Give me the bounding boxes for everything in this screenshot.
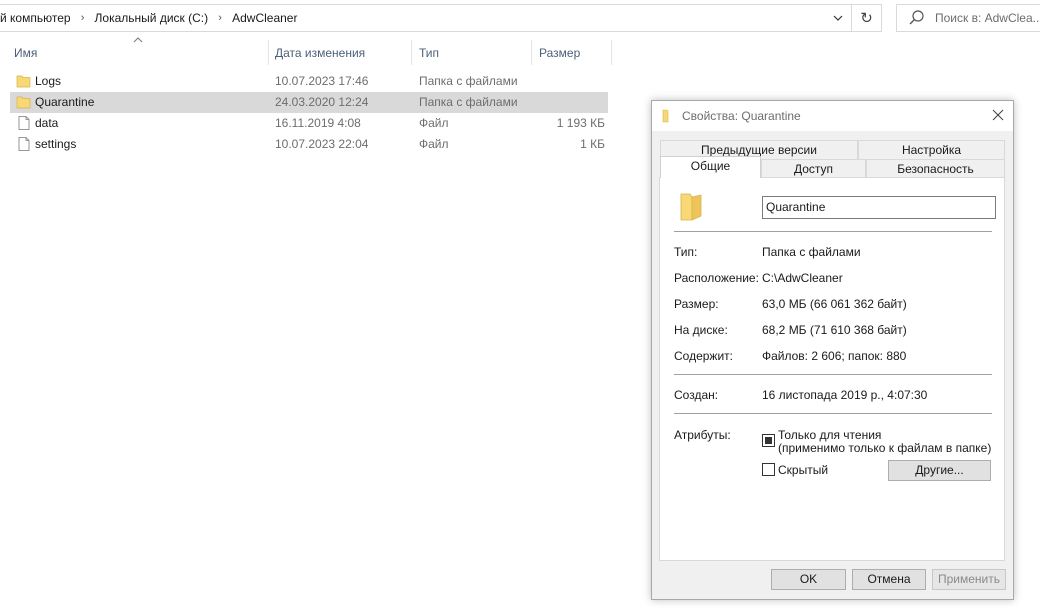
file-type: Папка с файлами — [419, 74, 518, 88]
apply-button[interactable]: Применить — [932, 569, 1006, 590]
hidden-checkbox[interactable] — [762, 463, 775, 476]
file-date: 24.03.2020 12:24 — [275, 95, 369, 109]
contains-label: Содержит: — [674, 349, 733, 363]
size-on-disk-label: На диске: — [674, 323, 728, 337]
column-header-type[interactable]: Тип — [413, 40, 531, 65]
address-history-dropdown[interactable] — [827, 5, 849, 31]
column-header-size[interactable]: Размер — [533, 40, 611, 65]
folder-icon — [16, 75, 31, 88]
folder-icon — [680, 193, 702, 221]
file-date: 10.07.2023 22:04 — [275, 137, 369, 151]
file-name: Logs — [35, 74, 62, 88]
breadcrumb-computer[interactable]: й компьютер — [0, 11, 71, 25]
file-row[interactable]: Logs 10.07.2023 17:46 Папка с файлами — [10, 71, 608, 92]
location-label: Расположение: — [674, 271, 759, 285]
file-row[interactable]: data 16.11.2019 4:08 Файл 1 193 КБ — [10, 113, 608, 134]
file-type: Файл — [419, 116, 449, 130]
file-icon — [18, 137, 30, 151]
divider — [674, 374, 992, 375]
file-size: 1 КБ — [580, 137, 605, 151]
type-value: Папка с файлами — [762, 245, 861, 259]
contains-value: Файлов: 2 606; папок: 880 — [762, 349, 907, 363]
breadcrumb: й компьютер › Локальный диск (C:) › AdwC… — [0, 5, 297, 31]
file-row[interactable]: settings 10.07.2023 22:04 Файл 1 КБ — [10, 134, 608, 155]
dialog-title: Свойства: Quarantine — [682, 109, 801, 123]
location-value: C:\AdwCleaner — [762, 271, 843, 285]
size-label: Размер: — [674, 297, 719, 311]
refresh-button[interactable]: ↻ — [851, 5, 881, 31]
file-size: 1 193 КБ — [556, 116, 605, 130]
tab-sharing[interactable]: Доступ — [761, 159, 866, 178]
readonly-checkbox[interactable] — [762, 434, 775, 447]
general-tab-panel: Quarantine Тип: Папка с файлами Располож… — [659, 177, 1005, 561]
type-label: Тип: — [674, 245, 698, 259]
breadcrumb-local-disk[interactable]: Локальный диск (C:) — [95, 11, 209, 25]
cancel-button[interactable]: Отмена — [852, 569, 926, 590]
folder-icon — [662, 109, 669, 123]
readonly-note: (применимо только к файлам в папке) — [778, 441, 992, 455]
file-date: 10.07.2023 17:46 — [275, 74, 369, 88]
tab-general[interactable]: Общие — [660, 156, 761, 178]
chevron-right-icon[interactable]: › — [71, 12, 95, 24]
file-name: Quarantine — [35, 95, 95, 109]
close-icon[interactable] — [991, 108, 1005, 122]
column-divider[interactable] — [611, 40, 612, 65]
folder-icon — [16, 96, 31, 109]
divider — [674, 231, 992, 232]
file-row[interactable]: Quarantine 24.03.2020 12:24 Папка с файлам… — [10, 92, 608, 113]
folder-name-field[interactable]: Quarantine — [762, 196, 996, 219]
tab-customize[interactable]: Настройка — [858, 140, 1005, 159]
file-type: Файл — [419, 137, 449, 151]
file-icon — [18, 116, 30, 130]
size-on-disk-value: 68,2 МБ (71 610 368 байт) — [762, 323, 907, 337]
file-name: data — [35, 116, 59, 130]
search-icon — [909, 10, 924, 25]
breadcrumb-adwcleaner[interactable]: AdwCleaner — [232, 11, 297, 25]
column-divider[interactable] — [411, 40, 412, 65]
column-header-name[interactable]: Имя — [8, 40, 268, 65]
ok-button[interactable]: OK — [771, 569, 846, 590]
file-date: 16.11.2019 4:08 — [275, 116, 361, 130]
created-label: Создан: — [674, 388, 719, 402]
file-type: Папка с файлами — [419, 95, 518, 109]
chevron-right-icon[interactable]: › — [208, 12, 232, 24]
attributes-label: Атрибуты: — [674, 428, 731, 442]
search-placeholder: Поиск в: AdwClea... — [935, 11, 1040, 25]
column-divider[interactable] — [531, 40, 532, 65]
created-value: 16 листопада 2019 р., 4:07:30 — [762, 388, 928, 402]
address-bar[interactable]: й компьютер › Локальный диск (C:) › AdwC… — [0, 4, 882, 32]
properties-dialog: Свойства: Quarantine Предыдущие версии Н… — [651, 100, 1014, 600]
dialog-titlebar[interactable]: Свойства: Quarantine — [652, 101, 1013, 131]
chevron-down-icon — [833, 15, 843, 21]
tab-security[interactable]: Безопасность — [866, 159, 1005, 178]
divider — [674, 413, 992, 414]
file-name: settings — [35, 137, 77, 151]
hidden-label: Скрытый — [778, 463, 829, 477]
refresh-icon: ↻ — [860, 10, 873, 27]
readonly-label: Только для чтения — [778, 428, 882, 442]
size-value: 63,0 МБ (66 061 362 байт) — [762, 297, 907, 311]
advanced-attributes-button[interactable]: Другие... — [888, 460, 991, 481]
column-header-date[interactable]: Дата изменения — [269, 40, 411, 65]
search-input[interactable]: Поиск в: AdwClea... — [896, 4, 1040, 32]
